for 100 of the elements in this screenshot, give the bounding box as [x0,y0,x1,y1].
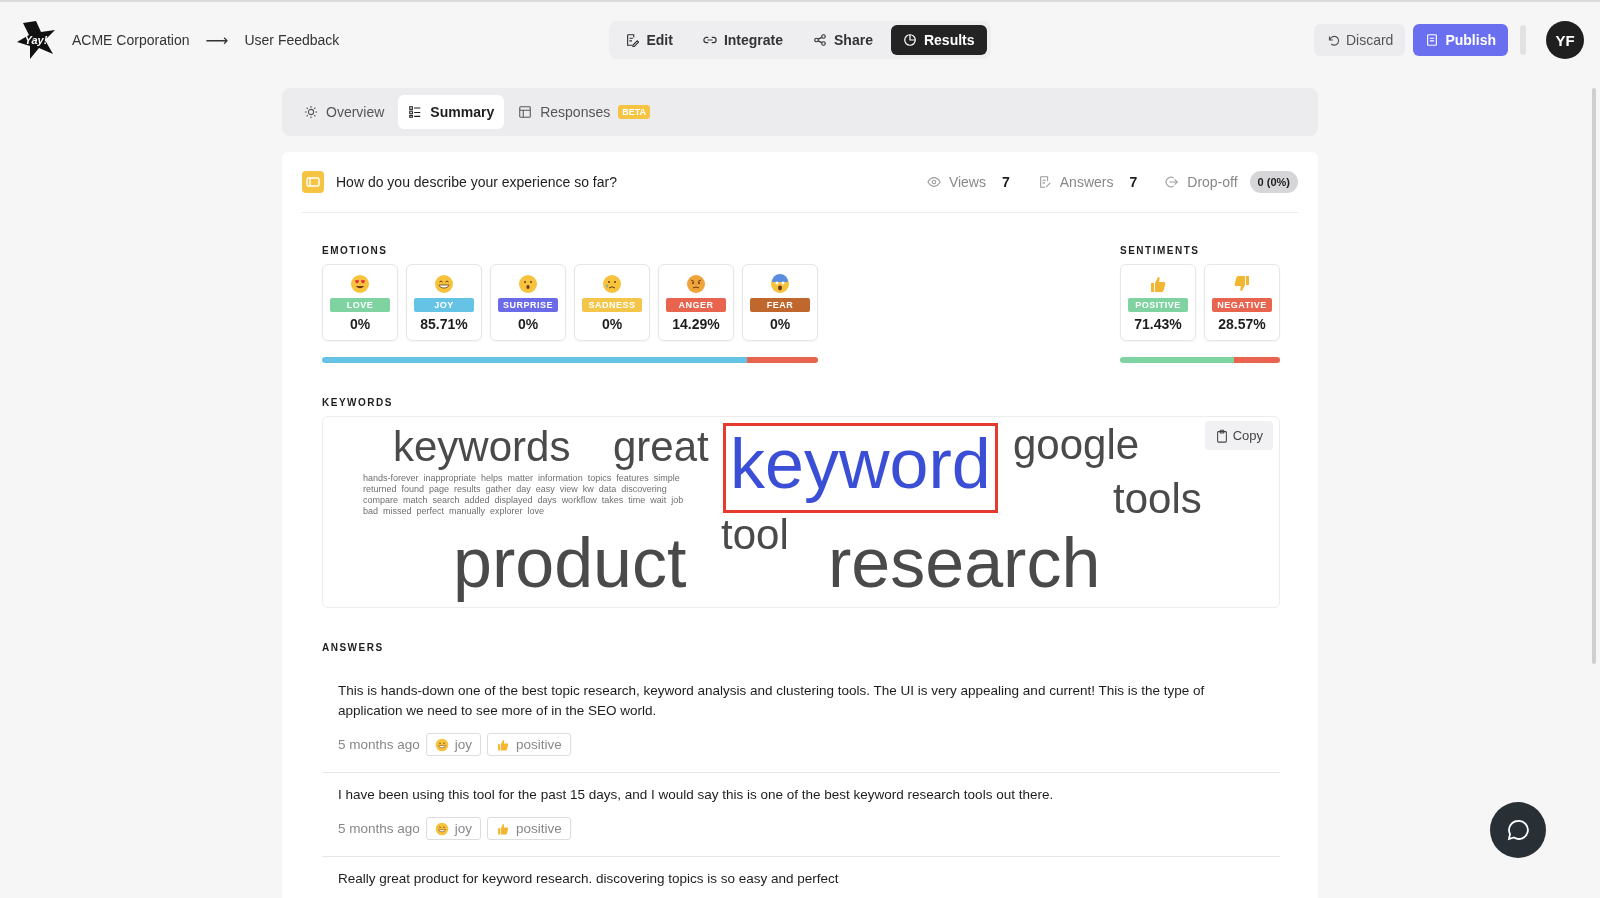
chat-button[interactable] [1490,802,1546,858]
answer-time: 5 months ago [338,737,420,752]
edit-icon [625,33,640,47]
copy-button[interactable]: Copy [1204,421,1273,450]
keyword: great [613,425,709,470]
discard-button[interactable]: Discard [1313,24,1406,56]
love-emoji-icon [350,273,370,294]
keyword: match [403,495,428,505]
keyword: discovering [621,484,667,494]
stat-value: 7 [1129,174,1138,190]
mode-tab[interactable]: Edit [613,25,685,55]
thumbs-up-icon [496,821,511,836]
stat-label: Views [948,174,986,190]
keyword: product [453,527,687,601]
keyword: bad [363,506,379,516]
exit-icon [1165,175,1180,189]
section-title: KEYWORDS [322,397,394,408]
organization-name[interactable]: ACME Corporation [72,32,190,48]
keyword: kw [582,484,594,494]
eye-icon [926,175,941,189]
chart-icon [902,33,917,47]
mode-tab[interactable]: Integrate [690,25,796,55]
emotion-label: JOY [414,297,474,312]
keyword: days [537,495,557,505]
keyword: workflow [561,495,597,505]
emotion-label: POSITIVE [1128,297,1188,312]
keyword: google [1013,423,1140,468]
emotion-label: SADNESS [582,297,642,312]
percentage-value: 0% [601,315,623,332]
answer-text: Really great product for keyword research. discovering topics is so easy and perfect [338,870,840,888]
answer-time: 5 months ago [338,821,420,836]
keyword: keywords [393,425,571,470]
emotion-label: ANGER [666,297,726,312]
stat-label: Answers [1059,174,1114,190]
percentage-value: 0% [517,315,539,332]
keyword: results [454,484,481,494]
stat-label: Drop-off [1187,174,1238,190]
keyword: perfect [416,506,445,516]
keyword: wait [650,495,667,505]
user-avatar[interactable]: YF [1546,21,1584,59]
keyword: added [464,495,490,505]
answer-text: I have been using this tool for the past 15 days, and I would say this is one of the best keyword research tools out there. [338,786,1055,804]
emotion-label: NEGATIVE [1212,297,1272,312]
dropoff-badge: 0 (0%) [1249,171,1298,193]
chat-bubble-icon [1506,818,1530,842]
keyword: gather [485,484,512,494]
keyword: helps [481,473,503,483]
question-text: How do you describe your experience so far? [336,174,617,190]
scrollbar[interactable] [1592,88,1596,664]
keyword: simple [653,473,680,483]
keyword: page [429,484,450,494]
sadness-emoji-icon [602,273,622,294]
surprise-emoji-icon [518,273,538,294]
section-title: EMOTIONS [322,245,389,256]
logo[interactable]: Yay! [16,20,56,60]
percentage-value: 14.29% [672,315,720,332]
tab[interactable]: Summary [398,95,505,129]
emotion-label: SURPRISE [498,297,558,312]
keyword: love [527,506,545,516]
fear-emoji-icon [770,273,790,294]
percentage-value: 71.43% [1134,315,1182,332]
publish-button[interactable]: Publish [1413,24,1508,56]
stat-value: 7 [1002,174,1010,190]
section-title: ANSWERS [322,642,385,653]
answer-tag: joy [425,817,482,840]
tab[interactable]: Responses BETA [508,95,661,129]
table-icon [518,105,533,119]
keyword: returned [363,484,397,494]
keyword: hands-forever [363,473,419,483]
question-icon [302,171,324,193]
emotion-label: FEAR [750,297,810,312]
list-icon [408,105,423,119]
keyword: tool [721,513,789,558]
breadcrumb-arrow: ⟶ [205,30,229,50]
grin-emoji-icon [434,821,449,836]
keyword: easy [535,484,555,494]
keyword: manually [449,506,486,516]
page-name: User Feedback [244,32,340,48]
keyword: data [598,484,617,494]
share-icon [813,33,828,47]
keyword: inappropriate [423,473,477,483]
keyword: compare [363,495,398,505]
thumbs-down-icon [1232,273,1252,294]
clipboard-icon [1214,428,1229,443]
tab[interactable]: Overview [294,95,395,129]
document-icon [1425,33,1440,47]
keyword: keyword [723,423,998,513]
keyword: matter [507,473,534,483]
answer-tag: positive [487,817,571,840]
grin-emoji-icon [434,737,449,752]
mode-tab[interactable]: Share [801,25,885,55]
keyword: topics [587,473,612,483]
joy-emoji-icon [434,273,454,294]
answer-tag: positive [487,733,571,756]
percentage-value: 0% [769,315,791,332]
mode-tab[interactable]: Results [890,25,987,55]
keyword: tools [1113,477,1202,522]
keyword: information [538,473,583,483]
percentage-value: 28.57% [1218,315,1266,332]
thumbs-up-icon [496,737,511,752]
